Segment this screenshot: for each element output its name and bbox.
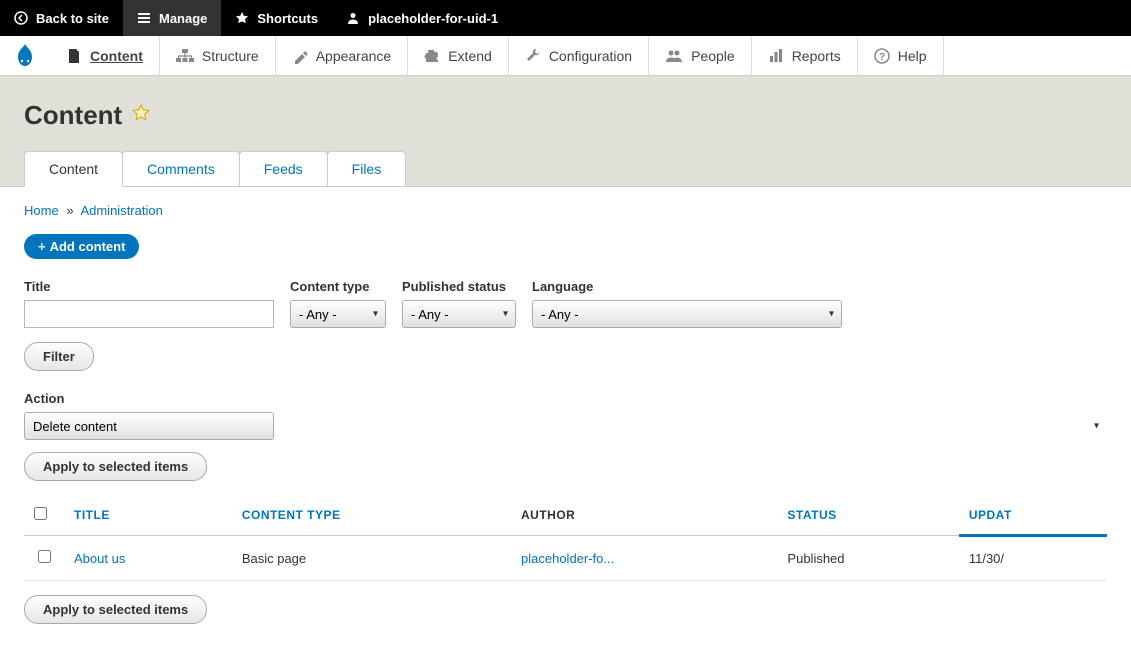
help-icon: ? [874,48,890,64]
person-icon [346,11,360,25]
language-select[interactable]: - Any - [532,300,842,328]
menu-configuration-label: Configuration [549,48,632,64]
content-table: TITLE CONTENT TYPE AUTHOR STATUS UPDAT A… [24,495,1107,581]
col-updated[interactable]: UPDAT [959,495,1107,536]
back-label: Back to site [36,11,109,26]
breadcrumb: Home » Administration [24,203,1107,218]
title-label: Title [24,279,274,294]
menu-configuration[interactable]: Configuration [509,36,649,75]
content-type-label: Content type [290,279,386,294]
primary-tabs: Content Comments Feeds Files [24,151,1107,186]
plus-icon: + [38,239,46,254]
menu-content-label: Content [90,48,143,64]
people-icon [665,48,683,64]
row-status: Published [777,536,958,581]
structure-icon [176,48,194,64]
favorite-star-icon[interactable] [132,104,150,128]
back-to-site[interactable]: Back to site [0,0,123,36]
col-author: AUTHOR [511,495,777,536]
row-author-link[interactable]: placeholder-fo... [521,551,614,566]
language-label: Language [532,279,842,294]
extend-icon [424,48,440,64]
menu-reports-label: Reports [792,48,841,64]
breadcrumb-admin[interactable]: Administration [80,203,162,218]
manage-label: Manage [159,11,207,26]
tab-content[interactable]: Content [24,151,123,187]
menu-people[interactable]: People [649,36,752,75]
menu-appearance[interactable]: Appearance [276,36,409,75]
add-content-button[interactable]: + Add content [24,234,139,259]
back-icon [14,11,28,25]
tab-files[interactable]: Files [327,151,407,186]
row-updated: 11/30/ [959,536,1107,581]
star-icon [235,11,249,25]
table-row: About us Basic page placeholder-fo... Pu… [24,536,1107,581]
filter-button[interactable]: Filter [24,342,94,371]
main-content: Home » Administration + Add content Titl… [0,187,1131,640]
page-header: Content Content Comments Feeds Files [0,76,1131,187]
hamburger-icon [137,11,151,25]
published-status-select[interactable]: - Any - [402,300,516,328]
menu-help[interactable]: ? Help [858,36,944,75]
row-title-link[interactable]: About us [74,551,125,566]
col-status[interactable]: STATUS [777,495,958,536]
svg-text:?: ? [879,52,885,63]
apply-top-button[interactable]: Apply to selected items [24,452,207,481]
add-content-label: Add content [50,239,126,254]
title-input[interactable] [24,300,274,328]
col-content-type[interactable]: CONTENT TYPE [232,495,511,536]
breadcrumb-home[interactable]: Home [24,203,59,218]
wrench-icon [525,48,541,64]
breadcrumb-sep: » [66,203,73,218]
page-title: Content [24,100,122,131]
select-all-checkbox[interactable] [34,507,47,520]
menu-appearance-label: Appearance [316,48,392,64]
reports-icon [768,48,784,64]
manage-toggle[interactable]: Manage [123,0,221,36]
action-label: Action [24,391,1107,406]
menu-structure[interactable]: Structure [160,36,276,75]
menu-extend-label: Extend [448,48,492,64]
col-title[interactable]: TITLE [64,495,232,536]
user-label: placeholder-for-uid-1 [368,11,498,26]
row-checkbox[interactable] [38,550,51,563]
menu-reports[interactable]: Reports [752,36,858,75]
shortcuts-toggle[interactable]: Shortcuts [221,0,332,36]
menu-content[interactable]: Content [50,36,160,75]
apply-bottom-button[interactable]: Apply to selected items [24,595,207,624]
menu-extend[interactable]: Extend [408,36,509,75]
menu-people-label: People [691,48,735,64]
menu-help-label: Help [898,48,927,64]
published-status-label: Published status [402,279,516,294]
tab-feeds[interactable]: Feeds [239,151,328,186]
content-type-select[interactable]: - Any - [290,300,386,328]
action-select[interactable]: Delete content [24,412,274,440]
toolbar-top: Back to site Manage Shortcuts placeholde… [0,0,1131,36]
tab-comments[interactable]: Comments [122,151,240,186]
drupal-logo[interactable] [0,36,50,75]
filter-row: Title Content type - Any - Published sta… [24,279,1107,328]
shortcuts-label: Shortcuts [257,11,318,26]
admin-menu: Content Structure Appearance Extend Conf… [0,36,1131,76]
row-content-type: Basic page [232,536,511,581]
file-icon [66,48,82,64]
menu-structure-label: Structure [202,48,259,64]
appearance-icon [292,48,308,64]
user-menu[interactable]: placeholder-for-uid-1 [332,0,512,36]
